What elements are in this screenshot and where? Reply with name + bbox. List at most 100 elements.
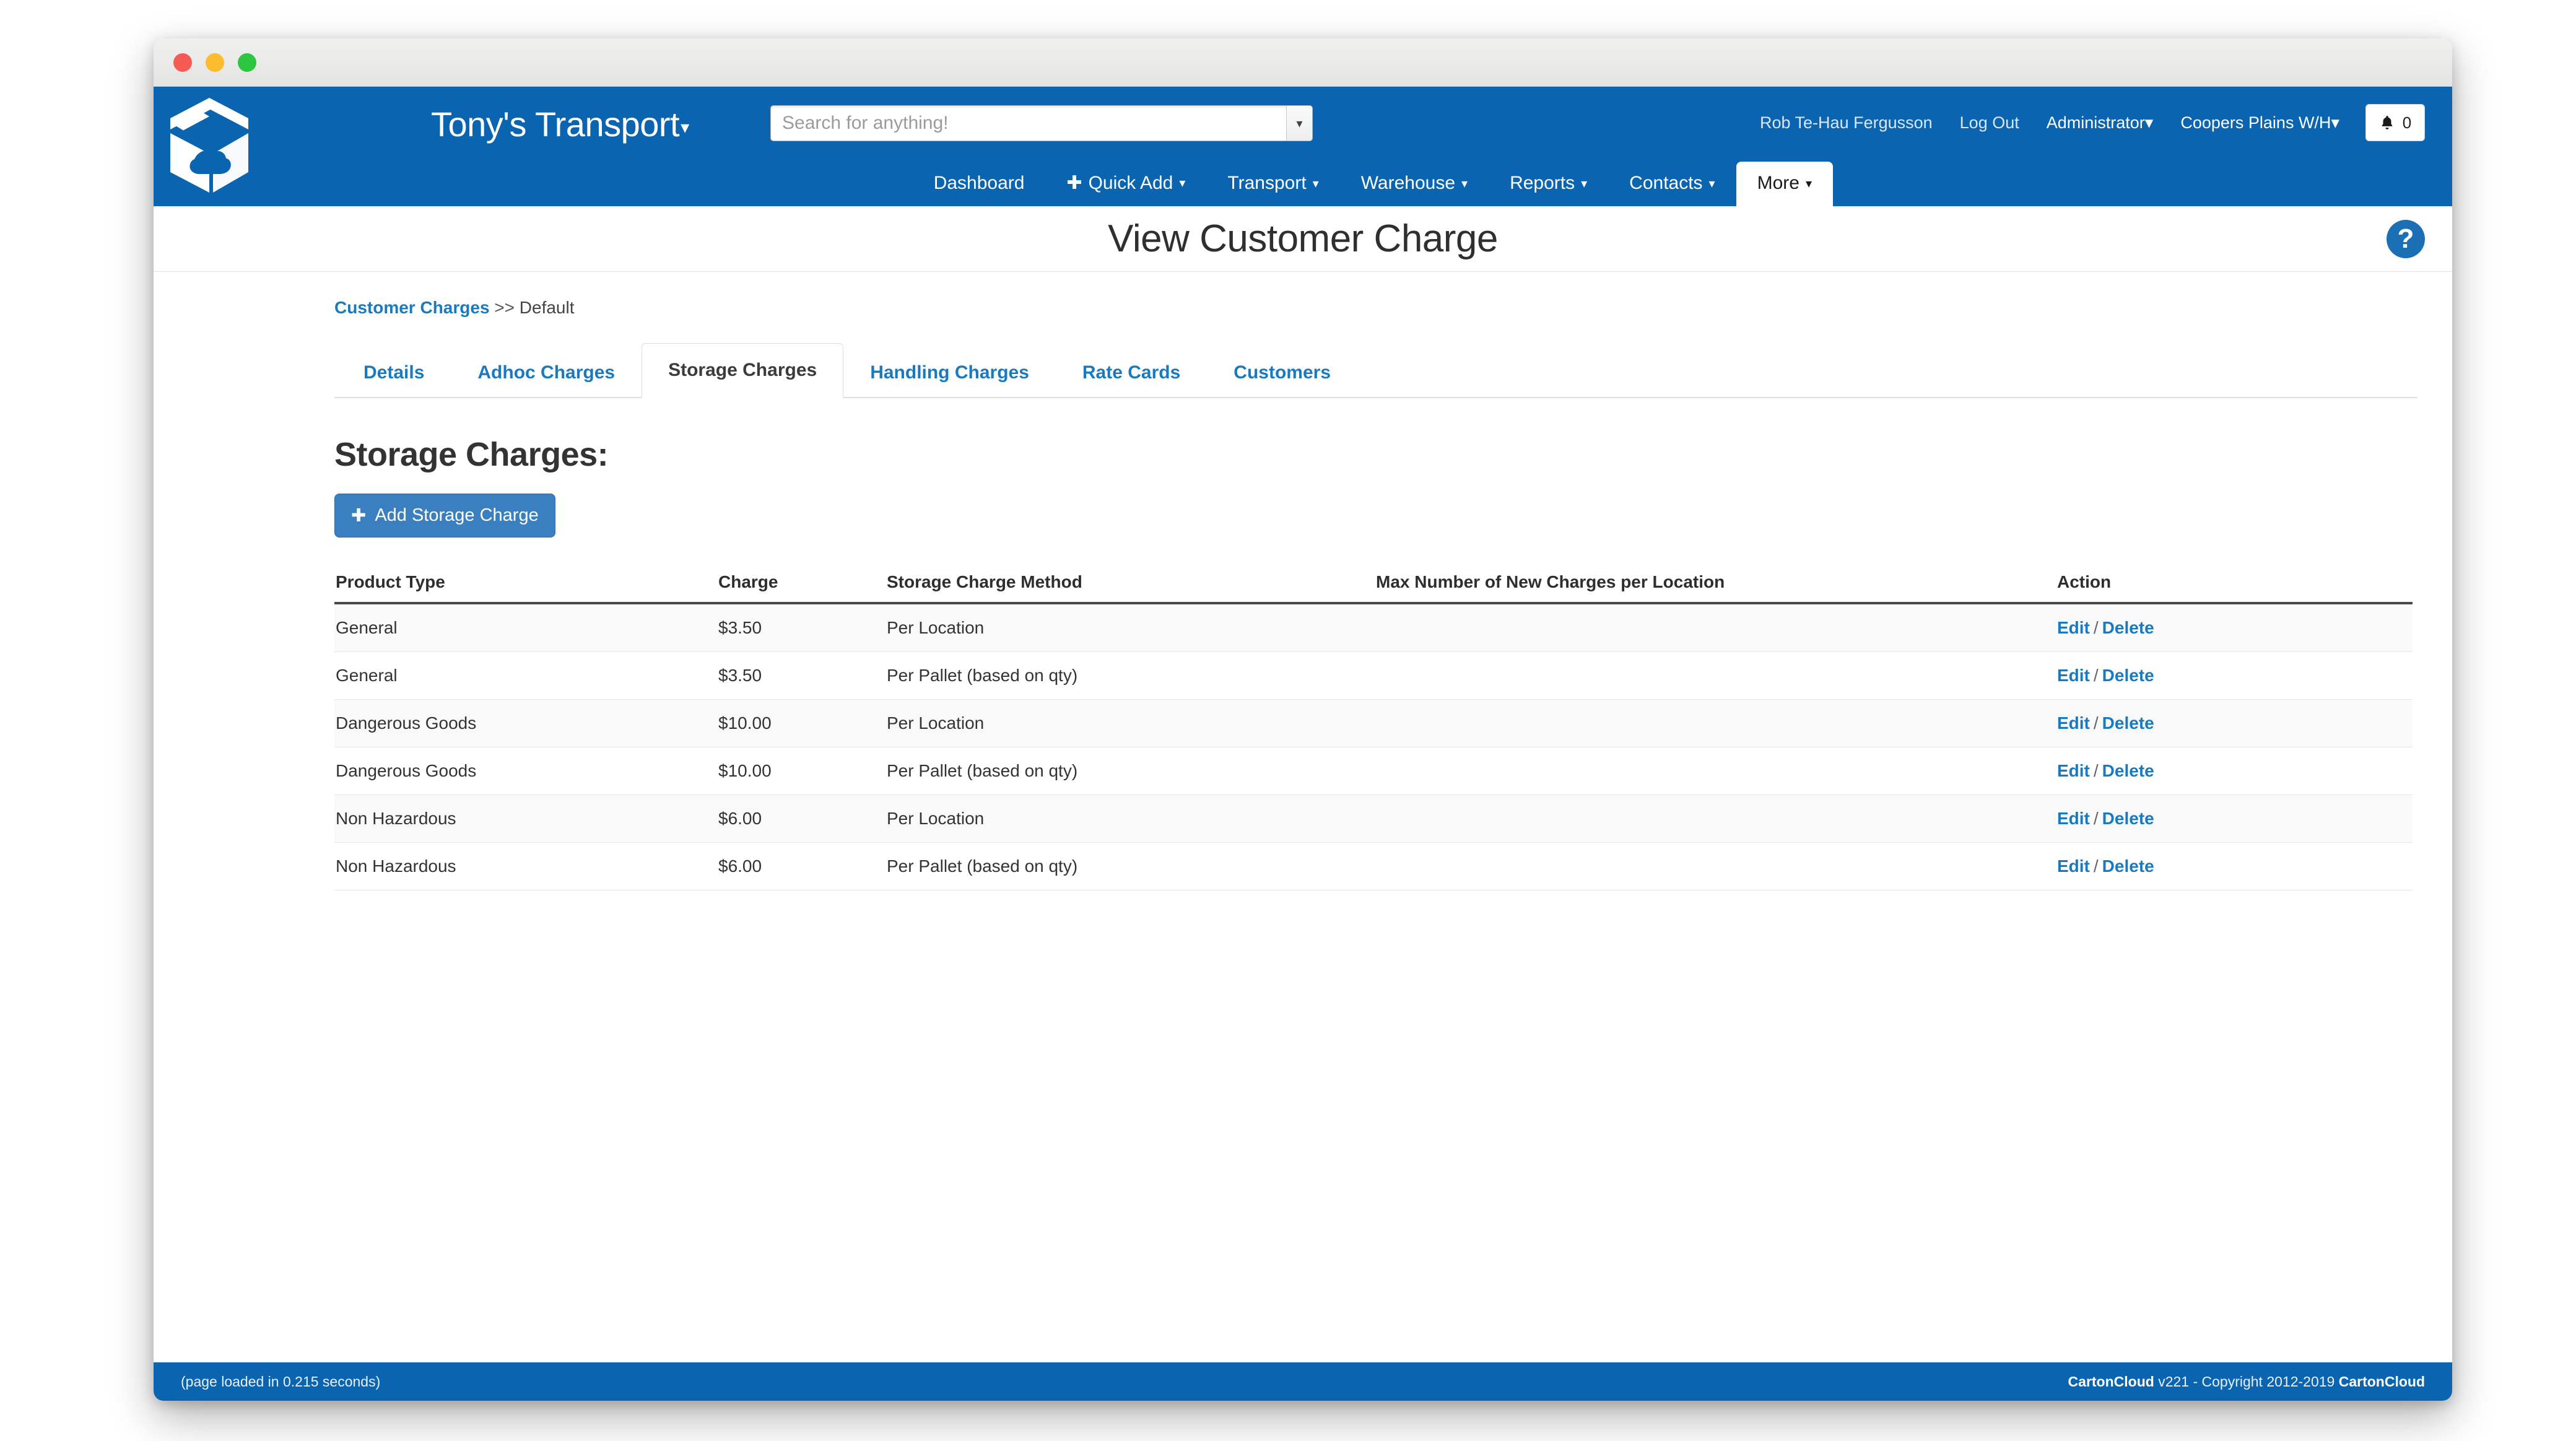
notifications-count: 0 [2403,113,2411,133]
column-header-product-type: Product Type [334,572,718,603]
edit-link[interactable]: Edit [2057,713,2090,733]
maximize-window-button[interactable] [238,53,256,72]
tab-storage-charges[interactable]: Storage Charges [642,343,843,398]
plus-icon: ✚ [1066,172,1082,194]
breadcrumb-link-customer-charges[interactable]: Customer Charges [334,298,490,317]
nav-label: Reports [1510,173,1575,194]
chevron-down-icon: ▾ [681,118,689,137]
brand-title-label: Tony's Transport [431,105,679,144]
brand-title[interactable]: Tony's Transport▾ [431,104,689,144]
delete-link[interactable]: Delete [2102,666,2154,685]
nav-label: Dashboard [934,173,1025,194]
app-footer: (page loaded in 0.215 seconds) CartonClo… [154,1362,2452,1401]
bell-icon [2379,114,2395,131]
section-heading: Storage Charges: [334,435,2417,474]
footer-copyright: CartonCloud v221 - Copyright 2012-2019 C… [2068,1374,2425,1390]
cell-max-new-charges [1376,603,2057,652]
delete-link[interactable]: Delete [2102,856,2154,876]
role-menu[interactable]: Administrator▾ [2033,113,2167,133]
edit-link[interactable]: Edit [2057,809,2090,828]
cell-method: Per Location [887,700,1376,747]
edit-link[interactable]: Edit [2057,856,2090,876]
nav-item-reports[interactable]: Reports ▾ [1489,162,1608,206]
edit-link[interactable]: Edit [2057,618,2090,637]
breadcrumb: Customer Charges >> Default [334,298,2417,318]
tab-handling-charges[interactable]: Handling Charges [843,347,1056,398]
delete-link[interactable]: Delete [2102,809,2154,828]
chevron-down-icon[interactable]: ▾ [1286,106,1312,141]
cell-max-new-charges [1376,843,2057,890]
cell-product-type: Non Hazardous [334,843,718,890]
tab-details[interactable]: Details [337,347,451,398]
footer-brand-secondary: CartonCloud [2339,1374,2425,1390]
brand-row: Tony's Transport▾ ▾ Rob Te-Hau Fergusson… [154,87,2452,160]
nav-item-warehouse[interactable]: Warehouse▾ [1340,162,1489,206]
column-header-method: Storage Charge Method [887,572,1376,603]
delete-link[interactable]: Delete [2102,618,2154,637]
help-icon[interactable]: ? [2387,220,2425,258]
chevron-down-icon: ▾ [1581,176,1587,191]
nav-label: More [1757,173,1799,194]
app-header: Tony's Transport▾ ▾ Rob Te-Hau Fergusson… [154,87,2452,206]
warehouse-menu[interactable]: Coopers Plains W/H▾ [2167,113,2353,133]
help-label: ? [2398,225,2414,253]
nav-item-quick-add[interactable]: ✚ Quick Add ▾ [1045,161,1206,206]
cell-product-type: Dangerous Goods [334,747,718,795]
nav-item-transport[interactable]: Transport▾ [1206,162,1339,206]
plus-icon: ✚ [351,505,366,526]
cell-action: Edit/Delete [2057,843,2413,890]
nav-item-contacts[interactable]: Contacts▾ [1608,162,1736,206]
log-out-link[interactable]: Log Out [1946,113,2033,133]
desktop-background: Tony's Transport▾ ▾ Rob Te-Hau Fergusson… [0,0,2576,1441]
global-search[interactable]: ▾ [770,105,1313,141]
table-header-row: Product Type Charge Storage Charge Metho… [334,572,2413,603]
tab-adhoc-charges[interactable]: Adhoc Charges [451,347,642,398]
cell-product-type: Non Hazardous [334,795,718,843]
cell-max-new-charges [1376,795,2057,843]
tab-customers[interactable]: Customers [1207,347,1357,398]
chevron-down-icon: ▾ [1806,176,1812,191]
cell-max-new-charges [1376,652,2057,700]
chevron-down-icon: ▾ [2331,113,2339,132]
breadcrumb-separator: >> [494,298,515,317]
table-row: Dangerous Goods $10.00 Per Location Edit… [334,700,2413,747]
nav-item-dashboard[interactable]: Dashboard [913,162,1046,206]
cell-method: Per Pallet (based on qty) [887,747,1376,795]
cell-charge: $3.50 [718,603,887,652]
chevron-down-icon: ▾ [1179,175,1185,191]
window-titlebar [154,38,2452,87]
table-row: General $3.50 Per Location Edit/Delete [334,603,2413,652]
cell-charge: $6.00 [718,795,887,843]
nav-label: Transport [1227,173,1306,194]
table-row: Non Hazardous $6.00 Per Location Edit/De… [334,795,2413,843]
footer-version: v221 - Copyright 2012-2019 [2158,1374,2334,1390]
tab-rate-cards[interactable]: Rate Cards [1056,347,1207,398]
current-user-label: Rob Te-Hau Fergusson [1746,113,1946,133]
main-navigation: Dashboard ✚Quick Add▾ Transport▾ Warehou… [154,158,2452,206]
chevron-down-icon: ▾ [2145,113,2154,132]
delete-link[interactable]: Delete [2102,713,2154,733]
search-input[interactable] [771,106,1286,141]
tab-bar: Details Adhoc Charges Storage Charges Ha… [334,342,2417,398]
action-separator: / [2090,761,2102,780]
cell-method: Per Location [887,795,1376,843]
cell-action: Edit/Delete [2057,795,2413,843]
minimize-window-button[interactable] [206,53,224,72]
page-title-bar: View Customer Charge ? [154,206,2452,272]
cell-action: Edit/Delete [2057,603,2413,652]
add-storage-charge-button[interactable]: ✚ Add Storage Charge [334,494,555,538]
cell-method: Per Pallet (based on qty) [887,843,1376,890]
edit-link[interactable]: Edit [2057,761,2090,780]
storage-charges-table: Product Type Charge Storage Charge Metho… [334,572,2413,890]
nav-item-more[interactable]: More ▾ [1736,162,1833,206]
add-storage-charge-label: Add Storage Charge [375,505,538,526]
page-title: View Customer Charge [1108,217,1498,261]
nav-label: Quick Add [1089,173,1173,194]
column-header-max-new-charges: Max Number of New Charges per Location [1376,572,2057,603]
action-separator: / [2090,713,2102,733]
cell-product-type: General [334,652,718,700]
edit-link[interactable]: Edit [2057,666,2090,685]
notifications-button[interactable]: 0 [2365,104,2425,141]
close-window-button[interactable] [173,53,192,72]
delete-link[interactable]: Delete [2102,761,2154,780]
